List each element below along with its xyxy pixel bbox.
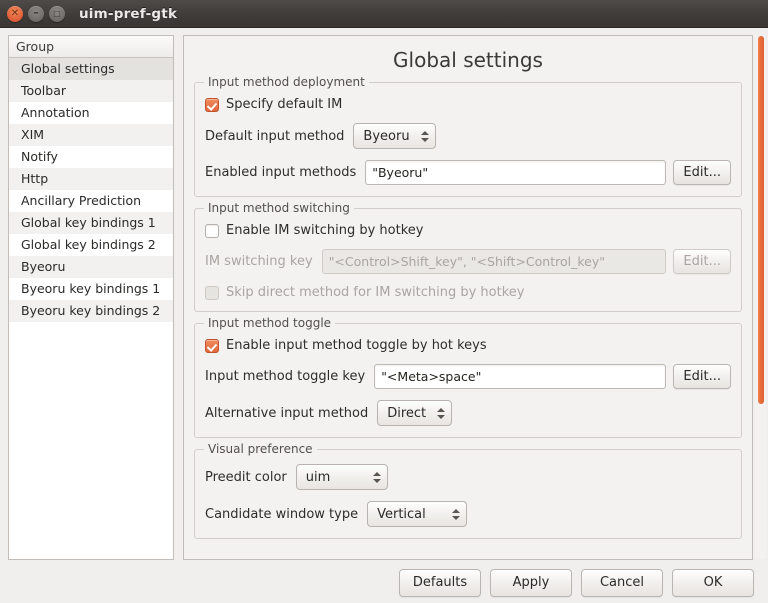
skip-direct-method-row: Skip direct method for IM switching by h… xyxy=(205,285,731,300)
sidebar-item-byeoru-key-bindings-2[interactable]: Byeoru key bindings 2 xyxy=(9,300,173,322)
default-input-method-combo[interactable]: Byeoru xyxy=(353,123,435,149)
toggle-key-row: Input method toggle key "<Meta>space" Ed… xyxy=(205,364,731,389)
sidebar-item-label: Global key bindings 2 xyxy=(21,237,156,252)
enabled-input-methods-input[interactable]: "Byeoru" xyxy=(365,160,666,185)
toggle-key-edit-button[interactable]: Edit... xyxy=(673,364,731,389)
candidate-window-type-value: Vertical xyxy=(377,507,426,522)
close-icon: ✕ xyxy=(11,9,19,19)
group-legend: Visual preference xyxy=(204,442,317,456)
group-legend: Input method deployment xyxy=(204,75,369,89)
sidebar-item-label: Global key bindings 1 xyxy=(21,215,156,230)
sidebar-item-label: Toolbar xyxy=(21,83,66,98)
page-title: Global settings xyxy=(184,48,752,72)
im-switching-key-label: IM switching key xyxy=(205,254,313,269)
preedit-color-row: Preedit color uim xyxy=(205,464,731,490)
enable-im-switching-checkbox[interactable] xyxy=(205,224,219,238)
panel-scrollbar[interactable] xyxy=(755,36,766,559)
close-window-button[interactable]: ✕ xyxy=(7,6,23,22)
alternative-input-method-combo[interactable]: Direct xyxy=(377,400,452,426)
im-switching-key-input: "<Control>Shift_key", "<Shift>Control_ke… xyxy=(322,249,667,274)
group-legend: Input method toggle xyxy=(204,316,335,330)
sidebar-item-label: Byeoru xyxy=(21,259,65,274)
default-input-method-label: Default input method xyxy=(205,129,344,144)
default-input-method-value: Byeoru xyxy=(363,129,409,144)
group-input-method-deployment: Input method deployment Specify default … xyxy=(194,82,742,197)
sidebar-item-label: Global settings xyxy=(21,61,115,76)
ok-button[interactable]: OK xyxy=(672,569,754,597)
spinner-arrows-icon xyxy=(421,131,429,142)
specify-default-im-row[interactable]: Specify default IM xyxy=(205,97,731,112)
sidebar-item-global-key-bindings-1[interactable]: Global key bindings 1 xyxy=(9,212,173,234)
candidate-window-type-label: Candidate window type xyxy=(205,507,358,522)
group-input-method-switching: Input method switching Enable IM switchi… xyxy=(194,208,742,312)
group-list[interactable]: Group Global settings Toolbar Annotation… xyxy=(8,35,174,560)
preedit-color-combo[interactable]: uim xyxy=(296,464,388,490)
enabled-input-methods-edit-button[interactable]: Edit... xyxy=(673,160,731,185)
sidebar-item-notify[interactable]: Notify xyxy=(9,146,173,168)
sidebar-item-label: Http xyxy=(21,171,48,186)
sidebar-item-global-settings[interactable]: Global settings xyxy=(9,58,173,80)
enable-toggle-label: Enable input method toggle by hot keys xyxy=(226,338,487,353)
cancel-button[interactable]: Cancel xyxy=(581,569,663,597)
minimize-icon: – xyxy=(33,7,39,18)
skip-direct-method-label: Skip direct method for IM switching by h… xyxy=(226,285,524,300)
maximize-window-button[interactable]: □ xyxy=(49,6,65,22)
default-input-method-row: Default input method Byeoru xyxy=(205,123,731,149)
sidebar-item-annotation[interactable]: Annotation xyxy=(9,102,173,124)
sidebar-item-label: Notify xyxy=(21,149,58,164)
group-legend: Input method switching xyxy=(204,201,354,215)
sidebar-item-ancillary-prediction[interactable]: Ancillary Prediction xyxy=(9,190,173,212)
enable-im-switching-label: Enable IM switching by hotkey xyxy=(226,223,423,238)
enabled-input-methods-label: Enabled input methods xyxy=(205,165,356,180)
enable-im-switching-row[interactable]: Enable IM switching by hotkey xyxy=(205,223,731,238)
uim-pref-gtk-window: ✕ – □ uim-pref-gtk Group Global settings… xyxy=(0,0,768,603)
scrollbar-thumb[interactable] xyxy=(758,36,764,404)
candidate-window-type-row: Candidate window type Vertical xyxy=(205,501,731,527)
toggle-key-input[interactable]: "<Meta>space" xyxy=(374,364,666,389)
toggle-key-label: Input method toggle key xyxy=(205,369,365,384)
im-switching-key-row: IM switching key "<Control>Shift_key", "… xyxy=(205,249,731,274)
apply-button[interactable]: Apply xyxy=(490,569,572,597)
sidebar-item-byeoru-key-bindings-1[interactable]: Byeoru key bindings 1 xyxy=(9,278,173,300)
sidebar-item-xim[interactable]: XIM xyxy=(9,124,173,146)
alternative-input-method-label: Alternative input method xyxy=(205,406,368,421)
sidebar-item-http[interactable]: Http xyxy=(9,168,173,190)
settings-panel: Global settings Input method deployment … xyxy=(183,35,753,560)
spinner-arrows-icon xyxy=(437,408,445,419)
candidate-window-type-combo[interactable]: Vertical xyxy=(367,501,467,527)
minimize-window-button[interactable]: – xyxy=(28,6,44,22)
preedit-color-value: uim xyxy=(306,470,331,485)
sidebar-item-global-key-bindings-2[interactable]: Global key bindings 2 xyxy=(9,234,173,256)
dialog-action-bar: Defaults Apply Cancel OK xyxy=(0,563,768,603)
sidebar-item-label: Ancillary Prediction xyxy=(21,193,141,208)
skip-direct-method-checkbox xyxy=(205,286,219,300)
preedit-color-label: Preedit color xyxy=(205,470,287,485)
sidebar-item-label: Byeoru key bindings 2 xyxy=(21,303,160,318)
spinner-arrows-icon xyxy=(452,509,460,520)
specify-default-im-label: Specify default IM xyxy=(226,97,342,112)
sidebar-item-toolbar[interactable]: Toolbar xyxy=(9,80,173,102)
spinner-arrows-icon xyxy=(373,472,381,483)
title-bar: ✕ – □ uim-pref-gtk xyxy=(0,0,768,28)
alternative-input-method-row: Alternative input method Direct xyxy=(205,400,731,426)
enable-toggle-row[interactable]: Enable input method toggle by hot keys xyxy=(205,338,731,353)
window-title: uim-pref-gtk xyxy=(79,6,177,22)
maximize-icon: □ xyxy=(53,10,61,18)
sidebar-item-byeoru[interactable]: Byeoru xyxy=(9,256,173,278)
defaults-button[interactable]: Defaults xyxy=(399,569,481,597)
group-input-method-toggle: Input method toggle Enable input method … xyxy=(194,323,742,438)
group-list-header: Group xyxy=(9,36,173,58)
group-visual-preference: Visual preference Preedit color uim Cand… xyxy=(194,449,742,539)
sidebar-item-label: Annotation xyxy=(21,105,90,120)
enabled-input-methods-row: Enabled input methods "Byeoru" Edit... xyxy=(205,160,731,185)
alternative-input-method-value: Direct xyxy=(387,406,426,421)
im-switching-key-edit-button: Edit... xyxy=(673,249,731,274)
specify-default-im-checkbox[interactable] xyxy=(205,98,219,112)
sidebar-item-label: Byeoru key bindings 1 xyxy=(21,281,160,296)
sidebar-item-label: XIM xyxy=(21,127,44,142)
enable-toggle-checkbox[interactable] xyxy=(205,339,219,353)
